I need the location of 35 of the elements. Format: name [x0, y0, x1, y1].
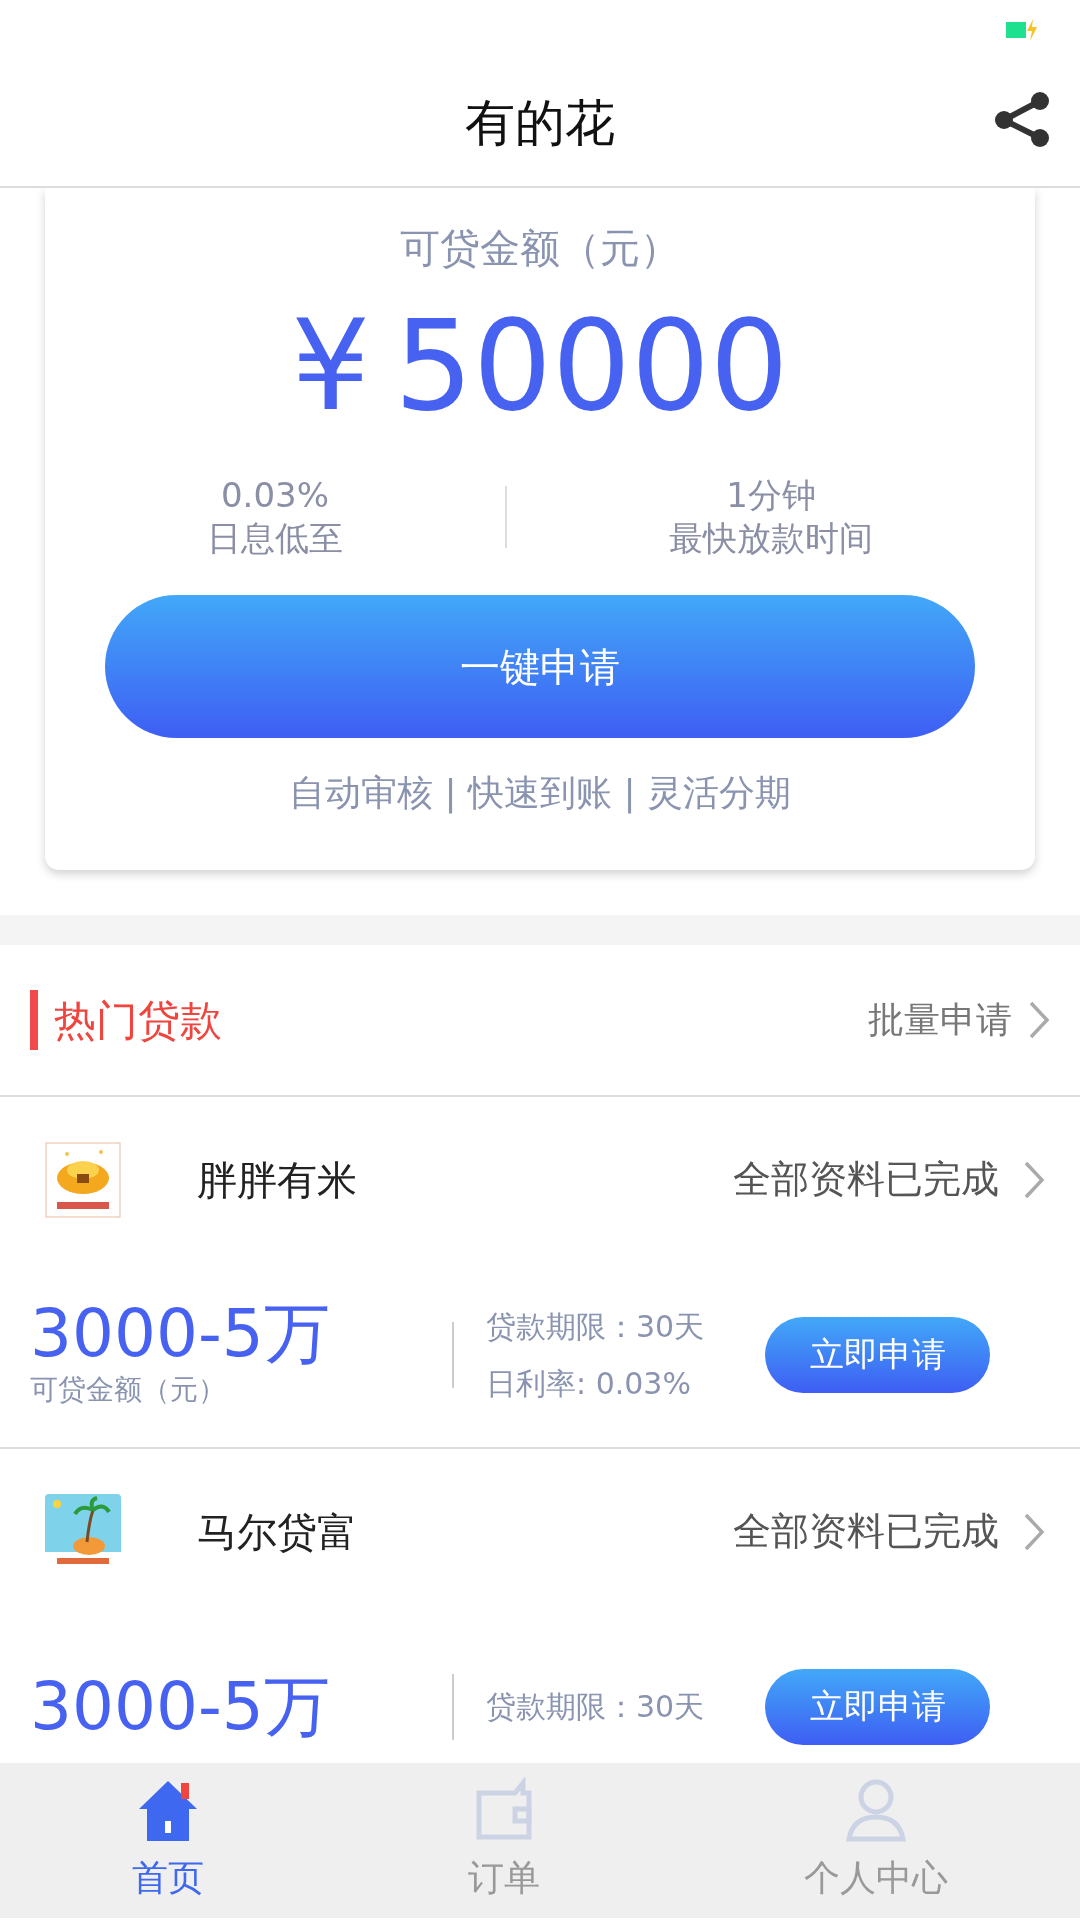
- tab-button[interactable]: 个人中心: [672, 1763, 1080, 1918]
- stat-value: 0.03%: [221, 474, 329, 517]
- status-text: 全部资料已完成: [733, 1508, 999, 1556]
- share-icon[interactable]: [992, 90, 1052, 150]
- chevron-right-icon: [1028, 1000, 1050, 1041]
- chevron-right-icon: [1023, 1511, 1045, 1552]
- product-name: 胖胖有米: [197, 1155, 358, 1205]
- stat-value: 1分钟: [726, 474, 816, 517]
- batch-apply-link[interactable]: 批量申请: [868, 993, 1012, 1048]
- status-text: 全部资料已完成: [733, 1156, 999, 1204]
- stat-label: 日息低至: [207, 516, 343, 560]
- tab-button[interactable]: 订单: [336, 1763, 672, 1918]
- amount-label: 可贷金额（元）: [30, 1371, 227, 1408]
- currency-symbol: ¥: [291, 298, 371, 435]
- amount-range: 3000-5万: [30, 1672, 331, 1742]
- stat-label: 最快放款时间: [669, 516, 873, 560]
- palm-tree-logo-icon: [45, 1493, 121, 1570]
- product-name: 马尔贷富: [197, 1507, 358, 1557]
- daily-rate: 日利率: 0.03%: [486, 1364, 692, 1403]
- app-title: 有的花: [465, 92, 615, 154]
- section-title: 热门贷款: [54, 994, 223, 1047]
- apply-now-button[interactable]: 立即申请: [765, 1316, 990, 1393]
- amount-label: 可贷金额（元）: [399, 224, 681, 273]
- features-text: 自动审核 | 快速到账 | 灵活分期: [288, 771, 792, 816]
- battery-icon: [1006, 18, 1040, 42]
- loan-amount: 50000: [394, 298, 789, 435]
- ingot-logo-icon: [45, 1141, 121, 1218]
- apply-button[interactable]: 一键申请: [105, 595, 975, 739]
- loan-term: 贷款期限：30天: [486, 1307, 706, 1346]
- chevron-right-icon: [1023, 1159, 1045, 1200]
- loan-term: 贷款期限：30天: [486, 1688, 706, 1727]
- amount-range: 3000-5万: [30, 1299, 331, 1369]
- apply-now-button[interactable]: 立即申请: [765, 1668, 990, 1745]
- accent-bar: [30, 990, 38, 1051]
- tab-button[interactable]: 首页: [0, 1763, 336, 1918]
